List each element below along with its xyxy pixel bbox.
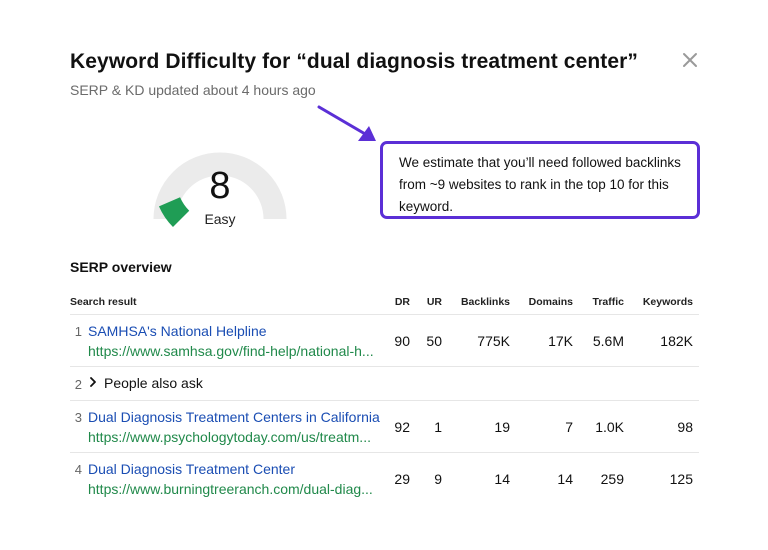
- result-title-link[interactable]: Dual Diagnosis Treatment Centers in Cali…: [88, 409, 380, 425]
- people-also-ask-toggle[interactable]: People also ask: [88, 375, 203, 391]
- row-number: 4: [74, 462, 82, 477]
- cell-dr: 90: [394, 333, 410, 349]
- col-ur[interactable]: UR: [417, 296, 442, 308]
- arrow-pointer: [317, 105, 376, 141]
- row-number: 2: [74, 377, 82, 392]
- cell-ur: 50: [426, 333, 442, 349]
- col-traffic[interactable]: Traffic: [580, 296, 624, 308]
- result-title-link[interactable]: SAMHSA's National Helpline: [88, 323, 267, 339]
- serp-overview-title: SERP overview: [70, 259, 172, 275]
- row-number: 1: [74, 324, 82, 339]
- people-also-ask-label: People also ask: [104, 375, 203, 391]
- cell-traffic: 5.6M: [592, 333, 624, 349]
- cell-ur: 9: [434, 471, 442, 487]
- backlinks-estimate-callout: We estimate that you’ll need followed ba…: [380, 141, 700, 219]
- cell-domains: 17K: [548, 333, 573, 349]
- cell-traffic: 259: [600, 471, 624, 487]
- col-keywords[interactable]: Keywords: [630, 296, 693, 308]
- col-search-result: Search result: [70, 296, 137, 308]
- updated-subtitle: SERP & KD updated about 4 hours ago: [70, 82, 316, 98]
- callout-text: We estimate that you’ll need followed ba…: [399, 155, 681, 214]
- chevron-right-icon: [88, 375, 102, 391]
- row-number: 3: [74, 410, 82, 425]
- cell-traffic: 1.0K: [595, 419, 624, 435]
- cell-keywords: 182K: [660, 333, 693, 349]
- dialog-title: Keyword Difficulty for “dual diagnosis t…: [70, 50, 639, 73]
- row-divider: [70, 366, 699, 367]
- result-url-link[interactable]: https://www.burningtreeranch.com/dual-di…: [88, 481, 378, 497]
- cell-backlinks: 19: [494, 419, 510, 435]
- cell-keywords: 98: [677, 419, 693, 435]
- cell-ur: 1: [434, 419, 442, 435]
- header-divider: [70, 314, 699, 315]
- result-url-link[interactable]: https://www.samhsa.gov/find-help/nationa…: [88, 343, 378, 359]
- cell-backlinks: 14: [494, 471, 510, 487]
- result-url-link[interactable]: https://www.psychologytoday.com/us/treat…: [88, 429, 378, 445]
- result-title-link[interactable]: Dual Diagnosis Treatment Center: [88, 461, 295, 477]
- col-dr[interactable]: DR: [385, 296, 410, 308]
- col-backlinks[interactable]: Backlinks: [450, 296, 510, 308]
- cell-keywords: 125: [669, 471, 693, 487]
- cell-dr: 92: [394, 419, 410, 435]
- cell-backlinks: 775K: [477, 333, 510, 349]
- close-icon[interactable]: [680, 50, 700, 70]
- cell-domains: 7: [565, 419, 573, 435]
- cell-dr: 29: [394, 471, 410, 487]
- cell-domains: 14: [557, 471, 573, 487]
- row-divider: [70, 452, 699, 453]
- kd-label: Easy: [204, 211, 236, 227]
- row-divider: [70, 400, 699, 401]
- col-domains[interactable]: Domains: [517, 296, 573, 308]
- kd-score: 8: [209, 165, 231, 207]
